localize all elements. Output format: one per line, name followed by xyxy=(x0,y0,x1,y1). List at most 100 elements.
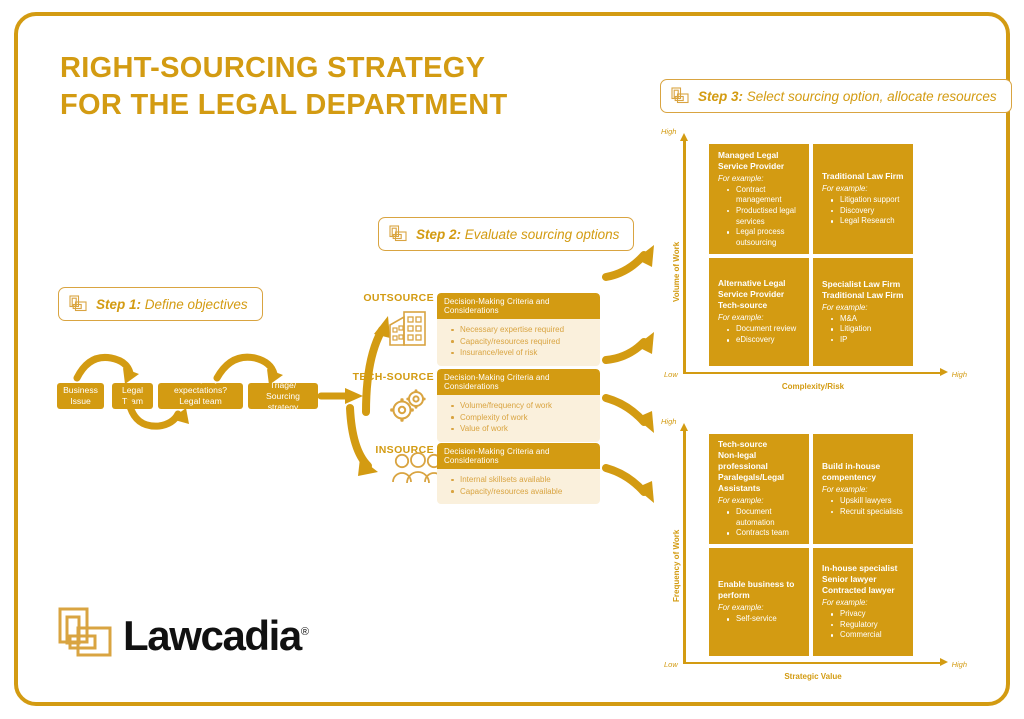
quadrant-example-item: Document automation xyxy=(727,507,800,528)
quadrant-example-item: Legal process outsourcing xyxy=(727,227,800,248)
quadrant-tech-source-non-legal[interactable]: Tech-source Non-legal professional Paral… xyxy=(709,434,809,544)
y-axis-title: Volume of Work xyxy=(672,241,681,302)
quadrant-build-in-house-competency[interactable]: Build in-house compentency For example: … xyxy=(813,434,913,544)
x-axis-title: Complexity/Risk xyxy=(781,382,845,391)
flow-arrow-curved-1 xyxy=(73,353,139,384)
lawcadia-logo[interactable]: Lawcadia® xyxy=(57,606,309,662)
quadrant-example-label: For example: xyxy=(718,603,764,613)
quadrant-title: Alternative Legal Service Provider Tech-… xyxy=(718,278,786,311)
step-1-pill[interactable]: Step 1: Define objectives xyxy=(58,287,263,321)
criteria-box-outsource: Decision-Making Criteria and Considerati… xyxy=(437,293,600,366)
quadrant-example-label: For example: xyxy=(718,496,764,506)
criteria-box-tech-source: Decision-Making Criteria and Considerati… xyxy=(437,369,600,442)
step-1-label: Step 1: Define objectives xyxy=(96,296,248,312)
quadrant-example-list: M&A Litigation IP xyxy=(822,314,904,346)
quadrant-title: Tech-source Non-legal professional Paral… xyxy=(718,439,785,494)
quadrant-example-label: For example: xyxy=(822,302,868,312)
quadrant-example-list: Document automation Contracts team xyxy=(718,507,800,539)
criteria-box-insource: Decision-Making Criteria and Considerati… xyxy=(437,443,600,504)
y-axis xyxy=(680,133,687,372)
step-3-label: Step 3: Select sourcing option, allocate… xyxy=(698,88,997,104)
lawcadia-mark-icon xyxy=(671,87,689,105)
quadrant-example-list: Contract management Productised legal se… xyxy=(718,185,800,249)
page-title: RIGHT-SOURCING STRATEGY FOR THE LEGAL DE… xyxy=(60,50,620,124)
quadrant-managed-legal-service-provider[interactable]: Managed Legal Service Provider For examp… xyxy=(709,144,809,254)
y-axis-low-label: Low xyxy=(664,660,678,669)
criteria-item: Necessary expertise required xyxy=(451,324,594,336)
quadrant-example-item: Recruit specialists xyxy=(831,507,904,518)
quadrant-example-item: IP xyxy=(831,335,904,346)
quadrant-traditional-law-firm[interactable]: Traditional Law Firm For example: Litiga… xyxy=(813,144,913,254)
quadrant-example-item: Productised legal services xyxy=(727,206,800,227)
quadrant-example-list: Self-service xyxy=(718,614,800,625)
quadrant-example-item: Commercial xyxy=(831,630,904,641)
office-building-icon xyxy=(387,307,429,349)
page-title-line-2: FOR THE LEGAL DEPARTMENT xyxy=(60,89,508,121)
lawcadia-squares-logo-icon xyxy=(57,606,113,662)
y-axis xyxy=(680,423,687,662)
sourcing-matrix-bottom: High Low High Frequency of Work Strategi… xyxy=(661,417,967,681)
infographic-root: RIGHT-SOURCING STRATEGY FOR THE LEGAL DE… xyxy=(0,0,1024,719)
flow-arrow-curved-3 xyxy=(213,353,283,385)
quadrant-specialist-law-firm[interactable]: Specialist Law Firm Traditional Law Firm… xyxy=(813,258,913,366)
lawcadia-mark-icon xyxy=(389,225,407,243)
quadrant-title: Traditional Law Firm xyxy=(822,171,904,182)
arrow-to-bottom-matrix-upper xyxy=(602,394,654,433)
quadrant-example-list: Upskill lawyers Recruit specialists xyxy=(822,496,904,517)
quadrant-example-label: For example: xyxy=(822,484,868,494)
branch-arrow-down-insource xyxy=(346,404,378,476)
quadrant-example-item: Litigation support xyxy=(831,195,904,206)
sourcing-matrix-top: High Low High Volume of Work Complexity/… xyxy=(661,127,967,391)
quadrant-example-item: Litigation xyxy=(831,324,904,335)
quadrant-alternative-legal-service-provider[interactable]: Alternative Legal Service Provider Tech-… xyxy=(709,258,809,366)
quadrant-example-item: Discovery xyxy=(831,206,904,217)
quadrant-example-label: For example: xyxy=(718,313,764,323)
step-2-pill[interactable]: Step 2: Evaluate sourcing options xyxy=(378,217,635,251)
quadrant-example-label: For example: xyxy=(718,173,764,183)
criteria-title: Decision-Making Criteria and Considerati… xyxy=(437,293,600,319)
quadrant-title: In-house specialist Senior lawyer Contra… xyxy=(822,563,898,596)
criteria-item: Capacity/resources available xyxy=(451,486,594,498)
quadrant-example-list: Privacy Regulatory Commercial xyxy=(822,609,904,641)
y-axis-title: Frequency of Work xyxy=(672,529,681,602)
criteria-title: Decision-Making Criteria and Considerati… xyxy=(437,369,600,395)
quadrant-title: Build in-house compentency xyxy=(822,460,881,482)
y-axis-high-label: High xyxy=(661,417,677,426)
criteria-list: Volume/frequency of work Complexity of w… xyxy=(437,395,600,442)
quadrant-title: Specialist Law Firm Traditional Law Firm xyxy=(822,278,904,300)
quadrant-example-item: Contracts team xyxy=(727,528,800,539)
y-axis-high-label: High xyxy=(661,127,677,136)
arrow-to-bottom-matrix-lower xyxy=(602,464,654,503)
option-label-tech-source: TECH-SOURCE xyxy=(352,371,434,383)
page-title-line-1: RIGHT-SOURCING STRATEGY xyxy=(60,52,486,84)
criteria-item: Complexity of work xyxy=(451,412,594,424)
step-3-pill[interactable]: Step 3: Select sourcing option, allocate… xyxy=(660,79,1012,113)
quadrant-example-item: Contract management xyxy=(727,185,800,206)
quadrant-enable-business-to-perform[interactable]: Enable business to perform For example: … xyxy=(709,548,809,656)
quadrant-example-label: For example: xyxy=(822,598,868,608)
quadrant-in-house-specialist[interactable]: In-house specialist Senior lawyer Contra… xyxy=(813,548,913,656)
criteria-item: Insurance/level of risk xyxy=(451,347,594,359)
quadrant-example-item: Legal Research xyxy=(831,216,904,227)
flow-arrow-curved-2 xyxy=(125,399,189,430)
arrow-to-top-matrix-lower xyxy=(602,332,654,364)
quadrant-example-list: Litigation support Discovery Legal Resea… xyxy=(822,195,904,227)
criteria-item: Capacity/resources required xyxy=(451,336,594,348)
criteria-title: Decision-Making Criteria and Considerati… xyxy=(437,443,600,469)
gears-icon xyxy=(387,386,429,426)
criteria-item: Volume/frequency of work xyxy=(451,400,594,412)
criteria-list: Necessary expertise required Capacity/re… xyxy=(437,319,600,366)
quadrant-example-item: Upskill lawyers xyxy=(831,496,904,507)
x-axis xyxy=(683,658,948,666)
option-label-outsource: OUTSOURCE xyxy=(363,292,434,304)
quadrant-title: Managed Legal Service Provider xyxy=(718,149,785,171)
criteria-list: Internal skillsets available Capacity/re… xyxy=(437,469,600,504)
step-2-label: Step 2: Evaluate sourcing options xyxy=(416,226,620,242)
quadrant-example-item: Self-service xyxy=(727,614,800,625)
arrow-to-top-matrix-upper xyxy=(602,245,654,281)
lawcadia-mark-icon xyxy=(69,295,87,313)
quadrant-example-item: Document review xyxy=(727,324,800,335)
criteria-item: Internal skillsets available xyxy=(451,474,594,486)
x-axis-high-label: High xyxy=(951,370,967,379)
quadrant-example-label: For example: xyxy=(822,184,868,194)
